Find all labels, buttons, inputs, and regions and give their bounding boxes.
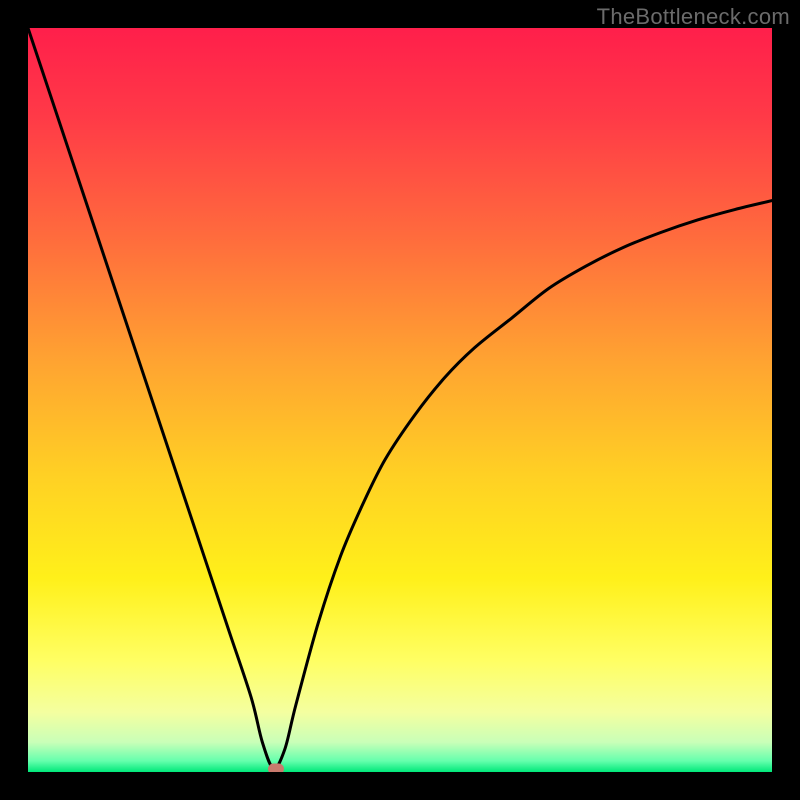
- watermark-text: TheBottleneck.com: [597, 4, 790, 30]
- plot-area: [28, 28, 772, 772]
- minimum-marker: [268, 764, 284, 772]
- chart-frame: TheBottleneck.com: [0, 0, 800, 800]
- bottleneck-curve: [28, 28, 772, 772]
